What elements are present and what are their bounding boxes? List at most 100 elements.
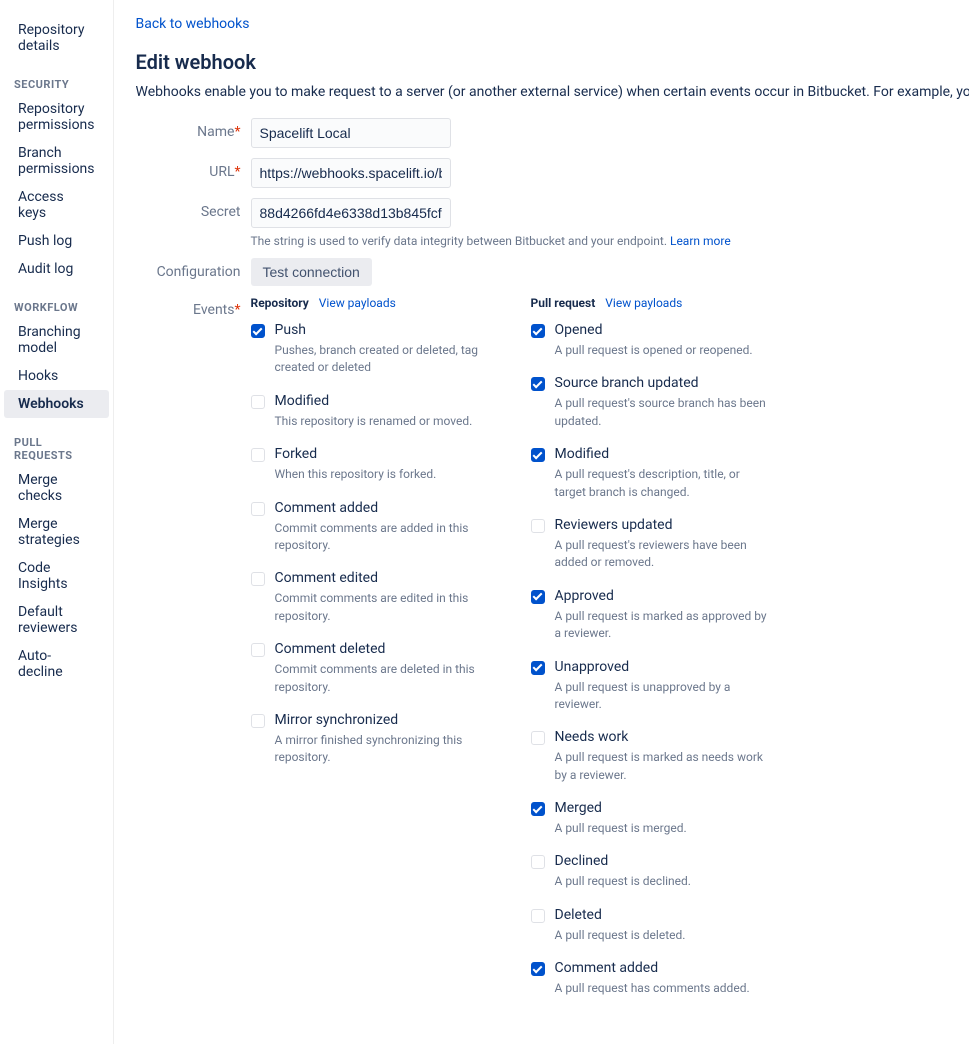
option-desc: A pull request's description, title, or … (555, 466, 771, 501)
option-label: Comment deleted (275, 641, 491, 657)
option-label: Mirror synchronized (275, 712, 491, 728)
option-desc: Commit comments are deleted in this repo… (275, 661, 491, 696)
pr-option-comment-added: Comment added A pull request has comments… (531, 960, 771, 997)
option-label: Merged (555, 800, 771, 816)
back-link[interactable]: Back to webhooks (136, 16, 250, 32)
option-label: Reviewers updated (555, 517, 771, 533)
sidebar-item-audit-log[interactable]: Audit log (4, 255, 109, 283)
pr-checkbox-opened[interactable] (531, 324, 545, 338)
repository-view-payloads-link[interactable]: View payloads (319, 296, 396, 310)
pr-option-source-branch-updated: Source branch updated A pull request's so… (531, 375, 771, 430)
option-desc: A pull request is deleted. (555, 927, 771, 944)
repo-checkbox-push[interactable] (251, 324, 265, 338)
option-desc: A pull request is merged. (555, 820, 771, 837)
option-desc: A pull request is marked as approved by … (555, 608, 771, 643)
option-label: Source branch updated (555, 375, 771, 391)
repo-checkbox-comment-edited[interactable] (251, 572, 265, 586)
option-label: Unapproved (555, 659, 771, 675)
repo-option-push: Push Pushes, branch created or deleted, t… (251, 322, 491, 377)
pr-option-approved: Approved A pull request is marked as appr… (531, 588, 771, 643)
pr-option-opened: Opened A pull request is opened or reopen… (531, 322, 771, 359)
option-desc: A pull request is opened or reopened. (555, 342, 771, 359)
option-desc: Commit comments are edited in this repos… (275, 590, 491, 625)
pr-option-unapproved: Unapproved A pull request is unapproved b… (531, 659, 771, 714)
sidebar-item-merge-strategies[interactable]: Merge strategies (4, 510, 109, 554)
repo-option-comment-edited: Comment editedCommit comments are edited… (251, 570, 491, 625)
main-content: Back to webhooks Edit webhook Webhooks e… (114, 0, 969, 1044)
sidebar-item-branch-permissions[interactable]: Branch permissions (4, 139, 109, 183)
pr-checkbox-comment-added[interactable] (531, 962, 545, 976)
sidebar-heading-pull-requests: PULL REQUESTS (0, 418, 113, 466)
sidebar: Repository details SECURITY Repository p… (0, 0, 114, 1044)
label-url: URL* (136, 158, 251, 180)
secret-input[interactable] (251, 198, 451, 228)
sidebar-item-repo-details[interactable]: Repository details (4, 16, 109, 60)
pr-checkbox-deleted[interactable] (531, 909, 545, 923)
sidebar-item-auto-decline[interactable]: Auto-decline (4, 642, 109, 686)
option-desc: A pull request is marked as needs work b… (555, 749, 771, 784)
option-desc: When this repository is forked. (275, 466, 491, 483)
repo-option-mirror-synchronized: Mirror synchronized A mirror finished syn… (251, 712, 491, 767)
test-connection-button[interactable]: Test connection (251, 258, 372, 286)
option-desc: A pull request's reviewers have been add… (555, 537, 771, 572)
option-desc: A pull request has comments added. (555, 980, 771, 997)
pr-option-needs-work: Needs work A pull request is marked as ne… (531, 729, 771, 784)
sidebar-item-webhooks[interactable]: Webhooks (4, 390, 109, 418)
repo-checkbox-mirror-synchronized[interactable] (251, 714, 265, 728)
label-configuration: Configuration (136, 258, 251, 280)
option-label: Approved (555, 588, 771, 604)
pr-checkbox-needs-work[interactable] (531, 731, 545, 745)
events-repository-column: Repository View payloads Push Pushes, bra… (251, 296, 491, 1014)
sidebar-item-push-log[interactable]: Push log (4, 227, 109, 255)
repo-option-comment-deleted: Comment deleted Commit comments are delet… (251, 641, 491, 696)
pr-option-merged: Merged A pull request is merged. (531, 800, 771, 837)
option-label: Push (275, 322, 491, 338)
sidebar-item-hooks[interactable]: Hooks (4, 362, 109, 390)
sidebar-heading-security: SECURITY (0, 60, 113, 95)
pr-option-reviewers-updated: Reviewers updated A pull request's review… (531, 517, 771, 572)
repository-col-title: Repository (251, 296, 309, 310)
pr-checkbox-declined[interactable] (531, 855, 545, 869)
pr-checkbox-source-branch-updated[interactable] (531, 377, 545, 391)
option-label: Opened (555, 322, 771, 338)
pr-checkbox-merged[interactable] (531, 802, 545, 816)
sidebar-item-code-insights[interactable]: Code Insights (4, 554, 109, 598)
pr-checkbox-reviewers-updated[interactable] (531, 519, 545, 533)
page-title: Edit webhook (136, 50, 969, 74)
pr-checkbox-unapproved[interactable] (531, 661, 545, 675)
secret-learn-more-link[interactable]: Learn more (670, 234, 731, 248)
option-label: Deleted (555, 907, 771, 923)
repo-option-comment-added: Comment addedCommit comments are added i… (251, 500, 491, 555)
page-description: Webhooks enable you to make request to a… (136, 84, 969, 100)
option-label: Comment added (555, 960, 771, 976)
name-input[interactable] (251, 118, 451, 148)
repo-checkbox-comment-added[interactable] (251, 502, 265, 516)
url-input[interactable] (251, 158, 451, 188)
pr-checkbox-modified[interactable] (531, 448, 545, 462)
option-desc: Pushes, branch created or deleted, tag c… (275, 342, 491, 377)
pr-checkbox-approved[interactable] (531, 590, 545, 604)
repo-option-forked: Forked When this repository is forked. (251, 446, 491, 483)
option-desc: A pull request's source branch has been … (555, 395, 771, 430)
option-label: Needs work (555, 729, 771, 745)
sidebar-item-default-reviewers[interactable]: Default reviewers (4, 598, 109, 642)
secret-helper: The string is used to verify data integr… (251, 234, 731, 248)
repo-checkbox-modified[interactable] (251, 395, 265, 409)
repo-checkbox-comment-deleted[interactable] (251, 643, 265, 657)
sidebar-item-merge-checks[interactable]: Merge checks (4, 466, 109, 510)
sidebar-item-branching-model[interactable]: Branching model (4, 318, 109, 362)
sidebar-heading-workflow: WORKFLOW (0, 283, 113, 318)
option-desc: A mirror finished synchronizing this rep… (275, 732, 491, 767)
pr-option-modified: ModifiedA pull request's description, ti… (531, 446, 771, 501)
repo-option-modified: ModifiedThis repository is renamed or mo… (251, 393, 491, 430)
pr-option-deleted: Deleted A pull request is deleted. (531, 907, 771, 944)
repo-checkbox-forked[interactable] (251, 448, 265, 462)
label-secret: Secret (136, 198, 251, 220)
sidebar-item-access-keys[interactable]: Access keys (4, 183, 109, 227)
label-events: Events* (136, 296, 251, 318)
option-label: Forked (275, 446, 491, 462)
option-desc: A pull request is unapproved by a review… (555, 679, 771, 714)
events-pull-request-column: Pull request View payloads OpenedA pull … (531, 296, 771, 1014)
sidebar-item-repo-permissions[interactable]: Repository permissions (4, 95, 109, 139)
pull-request-view-payloads-link[interactable]: View payloads (605, 296, 682, 310)
